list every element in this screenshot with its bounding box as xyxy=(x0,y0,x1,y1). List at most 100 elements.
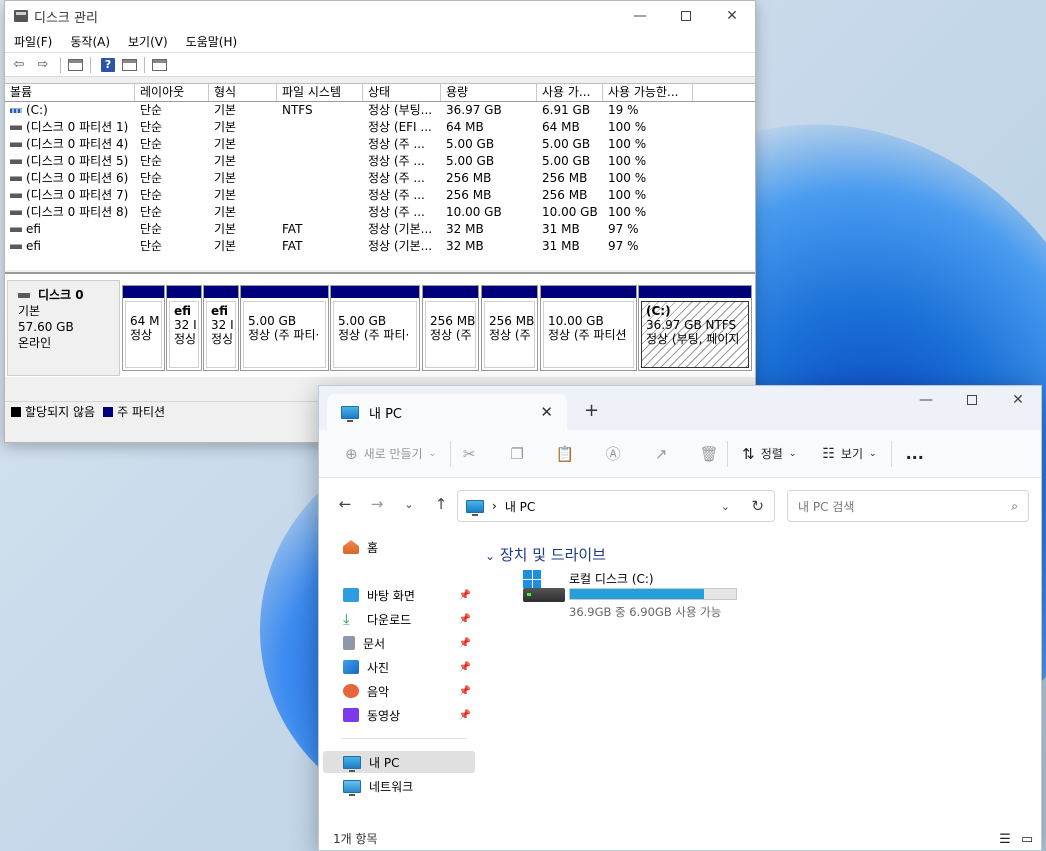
search-box[interactable]: 내 PC 검색 ⌕ xyxy=(787,490,1029,522)
nav-desktop-label: 바탕 화면 xyxy=(367,588,415,603)
partition-block[interactable]: 256 MB 정상 (주 xyxy=(481,285,538,371)
properties-icon[interactable] xyxy=(68,58,83,71)
partition-block[interactable]: 5.00 GB 정상 (주 파티· xyxy=(240,285,329,371)
column-free-space[interactable]: 사용 가... xyxy=(537,84,603,101)
volume-row[interactable]: (디스크 0 파티션 8) 단순 기본 정상 (주 ... 10.00 GB 10.00 … xyxy=(5,204,755,221)
close-button[interactable]: ✕ xyxy=(995,386,1041,414)
nav-documents-label: 문서 xyxy=(363,636,386,651)
menu-view[interactable]: 보기(V) xyxy=(119,33,177,50)
disk-0-label[interactable]: 디스크 0 기본 57.60 GB 온라인 xyxy=(7,280,120,376)
column-file-system[interactable]: 파일 시스템 xyxy=(277,84,363,101)
disk-graphical-view: 디스크 0 기본 57.60 GB 온라인 64 M 정상 efi 32 I 정싱 efi… xyxy=(5,272,755,377)
new-button[interactable]: ⊕ 새로 만들기 ⌄ xyxy=(337,438,444,470)
column-volume[interactable]: 볼륨 xyxy=(5,84,135,101)
volume-cell-text: 5.00 GB xyxy=(446,154,495,168)
volume-cell: 100 % xyxy=(603,187,693,204)
pin-icon[interactable]: 📌 xyxy=(459,638,471,649)
partition-block[interactable]: efi 32 I 정싱 xyxy=(166,285,202,371)
partition-block[interactable]: (C:) 36.97 GB NTFS 정상 (부팅, 페이지 xyxy=(638,285,752,371)
cut-icon[interactable]: ✂ xyxy=(457,442,481,466)
forward-arrow-icon[interactable]: → xyxy=(361,495,393,513)
nav-downloads[interactable]: ⤓ 다운로드 📌 xyxy=(323,608,475,630)
nav-videos[interactable]: 동영상 📌 xyxy=(323,704,475,726)
column-percent-free[interactable]: 사용 가능한... xyxy=(603,84,693,101)
partition-type-bar xyxy=(639,286,751,298)
close-tab-icon[interactable]: ✕ xyxy=(540,403,553,421)
volume-cell-text: 단순 xyxy=(140,239,163,253)
volume-icon xyxy=(10,108,22,113)
drive-c[interactable]: 로컬 디스크 (C:) 36.9GB 중 6.90GB 사용 가능 xyxy=(519,570,779,620)
nav-home[interactable]: 홈 xyxy=(323,536,475,558)
up-arrow-icon[interactable]: ↑ xyxy=(425,495,457,513)
column-type[interactable]: 형식 xyxy=(209,84,277,101)
volume-row[interactable]: efi 단순 기본 FAT 정상 (기본... 32 MB 31 MB 97 % xyxy=(5,238,755,255)
volume-cell: 97 % xyxy=(603,221,693,238)
document-icon xyxy=(343,636,355,650)
menu-file[interactable]: 파일(F) xyxy=(5,33,61,50)
column-capacity[interactable]: 용량 xyxy=(441,84,537,101)
menu-help[interactable]: 도움말(H) xyxy=(177,33,247,50)
volume-row[interactable]: (디스크 0 파티션 1) 단순 기본 정상 (EFI ... 64 MB 64 MB 10… xyxy=(5,119,755,136)
details-view-icon[interactable]: ☰ xyxy=(997,832,1013,847)
volume-cell-text: 단순 xyxy=(140,188,163,202)
rename-icon[interactable]: Ⓐ xyxy=(601,442,625,466)
delete-icon[interactable]: 🗑 xyxy=(697,442,721,466)
title-bar[interactable]: 디스크 관리 — ✕ xyxy=(5,1,755,31)
pin-icon[interactable]: 📌 xyxy=(459,662,471,673)
help-icon[interactable]: ? xyxy=(101,57,115,72)
pin-icon[interactable]: 📌 xyxy=(459,710,471,721)
more-button[interactable]: ... xyxy=(898,438,932,470)
partition-block[interactable]: efi 32 I 정싱 xyxy=(203,285,239,371)
nav-desktop[interactable]: 바탕 화면 📌 xyxy=(323,584,475,606)
partition-block[interactable]: 5.00 GB 정상 (주 파티· xyxy=(330,285,420,371)
forward-arrow-icon[interactable]: ⇨ xyxy=(33,56,53,74)
address-dropdown-icon[interactable]: ⌄ xyxy=(721,500,730,513)
maximize-button[interactable] xyxy=(663,1,709,31)
volume-row[interactable]: efi 단순 기본 FAT 정상 (기본... 32 MB 31 MB 97 % xyxy=(5,221,755,238)
view-icon[interactable] xyxy=(122,58,137,71)
volume-row[interactable]: (C:) 단순 기본 NTFS 정상 (부팅... 36.97 GB 6.91 GB 19 % xyxy=(5,102,755,119)
paste-icon[interactable]: 📋 xyxy=(553,442,577,466)
close-button[interactable]: ✕ xyxy=(709,1,755,31)
partition-block[interactable]: 256 MB 정상 (주 xyxy=(422,285,479,371)
sort-button[interactable]: ⇅ 정렬 ⌄ xyxy=(734,438,804,470)
pin-icon[interactable]: 📌 xyxy=(459,614,471,625)
view-button[interactable]: ☷ 보기 ⌄ xyxy=(814,438,884,470)
pin-icon[interactable]: 📌 xyxy=(459,686,471,697)
recent-chevron-icon[interactable]: ⌄ xyxy=(393,498,425,511)
devices-group-header[interactable]: ⌄ 장치 및 드라이브 xyxy=(485,544,606,565)
maximize-button[interactable] xyxy=(949,386,995,414)
minimize-button[interactable]: — xyxy=(903,386,949,414)
refresh-icon[interactable]: ↻ xyxy=(751,497,764,515)
column-status[interactable]: 상태 xyxy=(363,84,441,101)
volume-row[interactable]: (디스크 0 파티션 4) 단순 기본 정상 (주 ... 5.00 GB 5.00 GB… xyxy=(5,136,755,153)
address-bar[interactable]: › 내 PC ⌄ ↻ xyxy=(457,490,775,522)
nav-documents[interactable]: 문서 📌 xyxy=(323,632,475,654)
partition-block[interactable]: 64 M 정상 xyxy=(122,285,165,371)
new-tab-button[interactable]: + xyxy=(584,400,599,421)
back-arrow-icon[interactable]: ← xyxy=(329,495,361,513)
volume-row[interactable]: (디스크 0 파티션 6) 단순 기본 정상 (주 ... 256 MB 256 MB 10… xyxy=(5,170,755,187)
settings-icon[interactable] xyxy=(152,58,167,71)
column-layout[interactable]: 레이아웃 xyxy=(135,84,209,101)
partition-line2: 정상 (주 파티· xyxy=(248,328,320,342)
minimize-button[interactable]: — xyxy=(617,1,663,31)
back-arrow-icon[interactable]: ⇦ xyxy=(9,56,29,74)
tab-this-pc[interactable]: 내 PC ✕ xyxy=(327,394,567,430)
partition-body: 64 M 정상 xyxy=(125,301,162,368)
pin-icon[interactable]: 📌 xyxy=(459,590,471,601)
menu-action[interactable]: 동작(A) xyxy=(61,33,119,50)
tiles-view-icon[interactable]: ▭ xyxy=(1019,832,1035,847)
copy-icon[interactable]: ❐ xyxy=(505,442,529,466)
volume-cell: (디스크 0 파티션 7) xyxy=(5,187,135,204)
share-icon[interactable]: ↗ xyxy=(649,442,673,466)
nav-music[interactable]: 음악 📌 xyxy=(323,680,475,702)
volume-row[interactable]: (디스크 0 파티션 5) 단순 기본 정상 (주 ... 5.00 GB 5.00 GB… xyxy=(5,153,755,170)
volume-row[interactable]: (디스크 0 파티션 7) 단순 기본 정상 (주 ... 256 MB 256 MB 10… xyxy=(5,187,755,204)
partition-block[interactable]: 10.00 GB 정상 (주 파티션 xyxy=(540,285,637,371)
item-count: 1개 항목 xyxy=(333,831,378,846)
nav-pictures[interactable]: 사진 📌 xyxy=(323,656,475,678)
volume-cell: 단순 xyxy=(135,187,209,204)
nav-this-pc[interactable]: 내 PC xyxy=(323,751,475,773)
nav-network[interactable]: 네트워크 xyxy=(323,775,475,797)
